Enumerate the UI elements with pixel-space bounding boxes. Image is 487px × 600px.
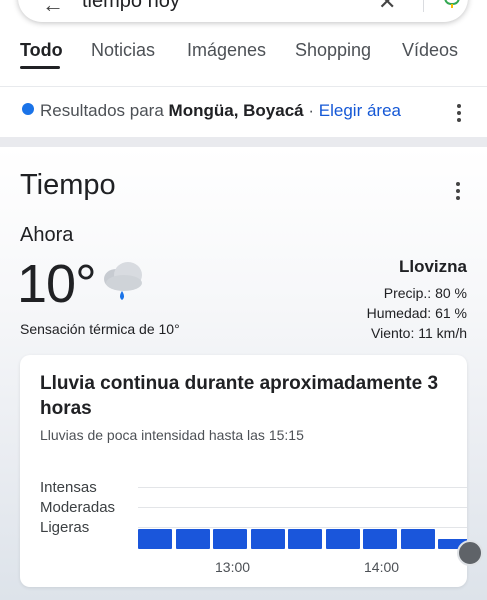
rain-bar: [250, 529, 285, 549]
tab-imagenes[interactable]: Imágenes: [187, 40, 266, 61]
choose-area-link[interactable]: Elegir área: [319, 101, 401, 120]
location-dot-icon: [22, 103, 34, 115]
grid-line-heavy: [138, 487, 467, 488]
rain-bar: [175, 529, 210, 549]
location-place: Mongüa, Boyacá: [168, 101, 304, 120]
timeline-scroll-handle[interactable]: [457, 540, 483, 566]
rain-bar: [400, 529, 435, 549]
level-label-heavy: Intensas: [40, 479, 97, 496]
grid-line-light: [138, 527, 467, 528]
current-temperature: 10°: [17, 254, 97, 314]
grid-line-moderate: [138, 507, 467, 508]
cloud-drizzle-icon: [104, 262, 142, 300]
weather-card: Tiempo Ahora 10° Sensación térmica de 10…: [0, 147, 487, 600]
rain-bar: [363, 529, 397, 549]
rain-forecast-subtitle: Lluvias de poca intensidad hasta las 15:…: [40, 427, 304, 443]
feels-like: Sensación térmica de 10°: [20, 321, 180, 337]
location-prefix: Resultados para: [40, 101, 164, 120]
weather-condition: Llovizna: [398, 257, 467, 276]
weather-title: Tiempo: [20, 169, 116, 201]
tab-noticias[interactable]: Noticias: [91, 40, 155, 61]
tab-todo[interactable]: Todo: [20, 40, 63, 61]
location-separator: ·: [308, 101, 315, 120]
level-label-moderate: Moderadas: [40, 499, 116, 516]
rain-forecast-card: Lluvia continua durante aproximadamente …: [20, 355, 483, 587]
level-label-light: Ligeras: [40, 519, 90, 536]
rain-intensity-bars: [138, 529, 467, 549]
precipitation: Precip.: 80 %: [383, 285, 467, 301]
weather-more-icon[interactable]: [455, 182, 461, 203]
tab-videos[interactable]: Vídeos: [402, 40, 458, 61]
rain-forecast-title: Lluvia continua durante aproximadamente …: [40, 373, 439, 419]
active-tab-indicator: [20, 66, 60, 69]
search-divider: [423, 0, 424, 12]
search-bar[interactable]: ← tiempo hoy ✕: [18, 0, 468, 22]
rain-bar: [213, 529, 247, 549]
search-input[interactable]: tiempo hoy: [82, 0, 180, 13]
now-label: Ahora: [20, 224, 74, 246]
time-tick-1300: 13:00: [215, 559, 251, 575]
microphone-icon[interactable]: [443, 0, 461, 8]
tab-shopping[interactable]: Shopping: [295, 40, 371, 61]
back-arrow-icon[interactable]: ←: [42, 0, 64, 18]
section-gap: [0, 137, 487, 147]
search-tabs: Todo Noticias Imágenes Shopping Vídeos: [0, 38, 487, 78]
location-more-icon[interactable]: [456, 104, 462, 125]
rain-bar: [138, 529, 172, 549]
tabs-divider: [0, 86, 487, 87]
rain-bar: [325, 529, 360, 549]
rain-bar: [288, 529, 322, 549]
clear-icon[interactable]: ✕: [378, 0, 396, 15]
time-tick-1400: 14:00: [364, 559, 400, 575]
location-bar: Resultados para Mongüa, Boyacá · Elegir …: [22, 101, 401, 123]
humidity: Humedad: 61 %: [366, 305, 467, 321]
wind: Viento: 11 km/h: [371, 325, 467, 341]
